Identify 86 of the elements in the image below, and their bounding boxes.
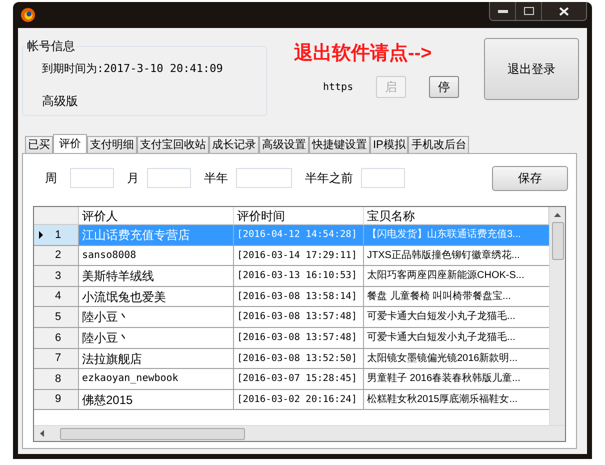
table-cell: 法拉旗舰店 xyxy=(79,348,234,368)
table-row[interactable]: 6 陸小豆丶 [2016-03-08 13:57:48] 可爱卡通大白短发小丸子龙猫毛... xyxy=(34,328,549,349)
filter-label: 周 xyxy=(45,170,57,187)
tab[interactable]: 支付宝回收站 xyxy=(137,136,209,153)
scroll-up-icon xyxy=(554,213,561,217)
filter-label: 半年之前 xyxy=(305,170,353,187)
tab[interactable]: 已买 xyxy=(25,136,53,153)
table-cell: 陸小豆丶 xyxy=(79,307,234,327)
table-cell-text: 松糕鞋女秋2015厚底潮乐福鞋女... xyxy=(366,392,519,407)
scroll-thumb[interactable] xyxy=(60,428,245,440)
horizontal-scrollbar[interactable] xyxy=(34,425,565,441)
row-header[interactable]: 5 xyxy=(34,307,79,327)
vertical-scrollbar[interactable] xyxy=(549,207,565,425)
table-cell: 小流氓兔也爱美 xyxy=(79,286,234,306)
row-header[interactable]: 3 xyxy=(34,266,79,286)
tab[interactable]: 高级设置 xyxy=(259,136,309,153)
maximize-button[interactable] xyxy=(516,2,542,20)
filter-label: 月 xyxy=(127,170,139,187)
table-cell: 陸小豆丶 xyxy=(79,328,234,348)
row-header[interactable]: 8 xyxy=(34,369,79,389)
proxy-button[interactable]: 停 xyxy=(429,76,459,98)
table-cell: [2016-03-08 13:57:48] xyxy=(234,307,364,327)
tab[interactable]: 评价 xyxy=(53,134,87,153)
table-cell-text: 太阳镜女墨镜偏光镜2016新款明... xyxy=(366,352,519,366)
table-row[interactable]: 9 佛慈2015 [2016-03-02 20:16:24] 松糕鞋女秋2015厚底潮乐福鞋女... xyxy=(34,390,549,410)
table-cell-text: 太阳巧客两座四座新能源CHOK-S... xyxy=(366,268,526,284)
row-header[interactable]: 9 xyxy=(34,390,79,410)
expiry-text: 到期时间为:2017-3-10 20:41:09 xyxy=(42,61,224,77)
filter-input[interactable] xyxy=(147,168,191,188)
table-cell: [2016-03-08 13:58:14] xyxy=(234,286,364,306)
table-cell: 江山话费充值专营店 xyxy=(79,225,234,245)
minimize-icon xyxy=(498,9,508,13)
edition-text: 高级版 xyxy=(42,92,79,110)
tab[interactable]: IP模拟 xyxy=(370,136,408,153)
column-header[interactable]: 评价时间 xyxy=(234,207,364,224)
row-header[interactable]: 1 xyxy=(34,225,79,245)
table-cell-text: 可爱卡通大白短发小丸子龙猫毛... xyxy=(366,330,516,345)
table-cell: [2016-03-13 16:10:53] xyxy=(234,266,364,286)
row-header[interactable]: 4 xyxy=(34,286,79,306)
scroll-thumb[interactable] xyxy=(552,222,564,260)
maximize-icon xyxy=(524,7,534,15)
table-row[interactable]: 8 ezkaoyan_newbook [2016-03-07 15:28:45] 男童鞋子 2016春装春秋韩版儿童... xyxy=(34,369,549,390)
tab[interactable]: 支付明细 xyxy=(87,136,137,153)
table-cell: [2016-03-07 15:28:45] xyxy=(234,369,364,389)
table-cell: 美斯特羊绒线 xyxy=(79,266,234,286)
scroll-left-icon xyxy=(40,430,44,437)
table-cell: ezkaoyan_newbook xyxy=(79,369,234,389)
table-cell: [2016-04-12 14:54:28] xyxy=(234,225,364,245)
table-cell-text: 餐盘 儿童餐椅 叫叫椅带餐盘宝... xyxy=(366,290,512,304)
filter-input[interactable] xyxy=(236,168,292,188)
close-icon xyxy=(559,6,569,16)
app-logo-icon xyxy=(20,7,36,23)
close-button[interactable] xyxy=(542,2,586,20)
minimize-button[interactable] xyxy=(490,2,516,20)
table-cell: [2016-03-08 13:57:48] xyxy=(234,328,364,348)
table-row[interactable]: 2 sanso8008 [2016-03-14 17:29:11] JTXS正品韩版撞色铆钉徽章绣花... xyxy=(34,246,549,266)
filter-input[interactable] xyxy=(361,168,405,188)
table-row[interactable]: 3 美斯特羊绒线 [2016-03-13 16:10:53] 太阳巧客两座四座新能源CHOK-S... xyxy=(34,266,549,287)
filter-input[interactable] xyxy=(70,168,114,188)
exit-hint-text: 退出软件请点--> xyxy=(294,42,433,66)
table-cell: 佛慈2015 xyxy=(79,390,234,410)
table-cell-text: 男童鞋子 2016春装春秋韩版儿童... xyxy=(366,372,522,386)
save-button[interactable]: 保存 xyxy=(492,166,568,190)
table-cell-text: JTXS正品韩版撞色铆钉徽章绣花... xyxy=(366,248,521,263)
row-header[interactable]: 7 xyxy=(34,348,79,368)
row-header[interactable]: 2 xyxy=(34,246,79,266)
column-header[interactable]: 评价人 xyxy=(79,207,234,224)
table-cell: sanso8008 xyxy=(79,246,234,266)
row-header[interactable]: 6 xyxy=(34,328,79,348)
table-cell: [2016-03-08 13:52:50] xyxy=(234,348,364,368)
table-cell-text: 可爱卡通大白短发小丸子龙猫毛... xyxy=(366,310,516,324)
table-row[interactable]: 1 江山话费充值专营店 [2016-04-12 14:54:28] 【闪电发货】山东联通话费充值3... xyxy=(34,225,549,246)
tab[interactable]: 快捷键设置 xyxy=(309,136,370,153)
https-label: https xyxy=(323,80,354,94)
filter-label: 半年 xyxy=(204,170,228,187)
table-cell-text: 【闪电发货】山东联通话费充值3... xyxy=(366,228,522,242)
table-cell: [2016-03-02 20:16:24] xyxy=(234,390,364,410)
tab[interactable]: 手机改后台 xyxy=(408,136,470,153)
table-cell: [2016-03-14 17:29:11] xyxy=(234,246,364,266)
table-row[interactable]: 5 陸小豆丶 [2016-03-08 13:57:48] 可爱卡通大白短发小丸子龙猫毛... xyxy=(34,307,549,328)
table-row[interactable]: 4 小流氓兔也爱美 [2016-03-08 13:58:14] 餐盘 儿童餐椅 叫叫椅带餐盘宝... xyxy=(34,286,549,308)
table-row[interactable]: 7 法拉旗舰店 [2016-03-08 13:52:50] 太阳镜女墨镜偏光镜2016新款明... xyxy=(34,348,549,370)
tab[interactable]: 成长记录 xyxy=(209,136,259,153)
logout-button[interactable]: 退出登录 xyxy=(484,38,579,100)
group-title: 帐号信息 xyxy=(26,38,76,54)
current-row-icon xyxy=(39,230,43,239)
